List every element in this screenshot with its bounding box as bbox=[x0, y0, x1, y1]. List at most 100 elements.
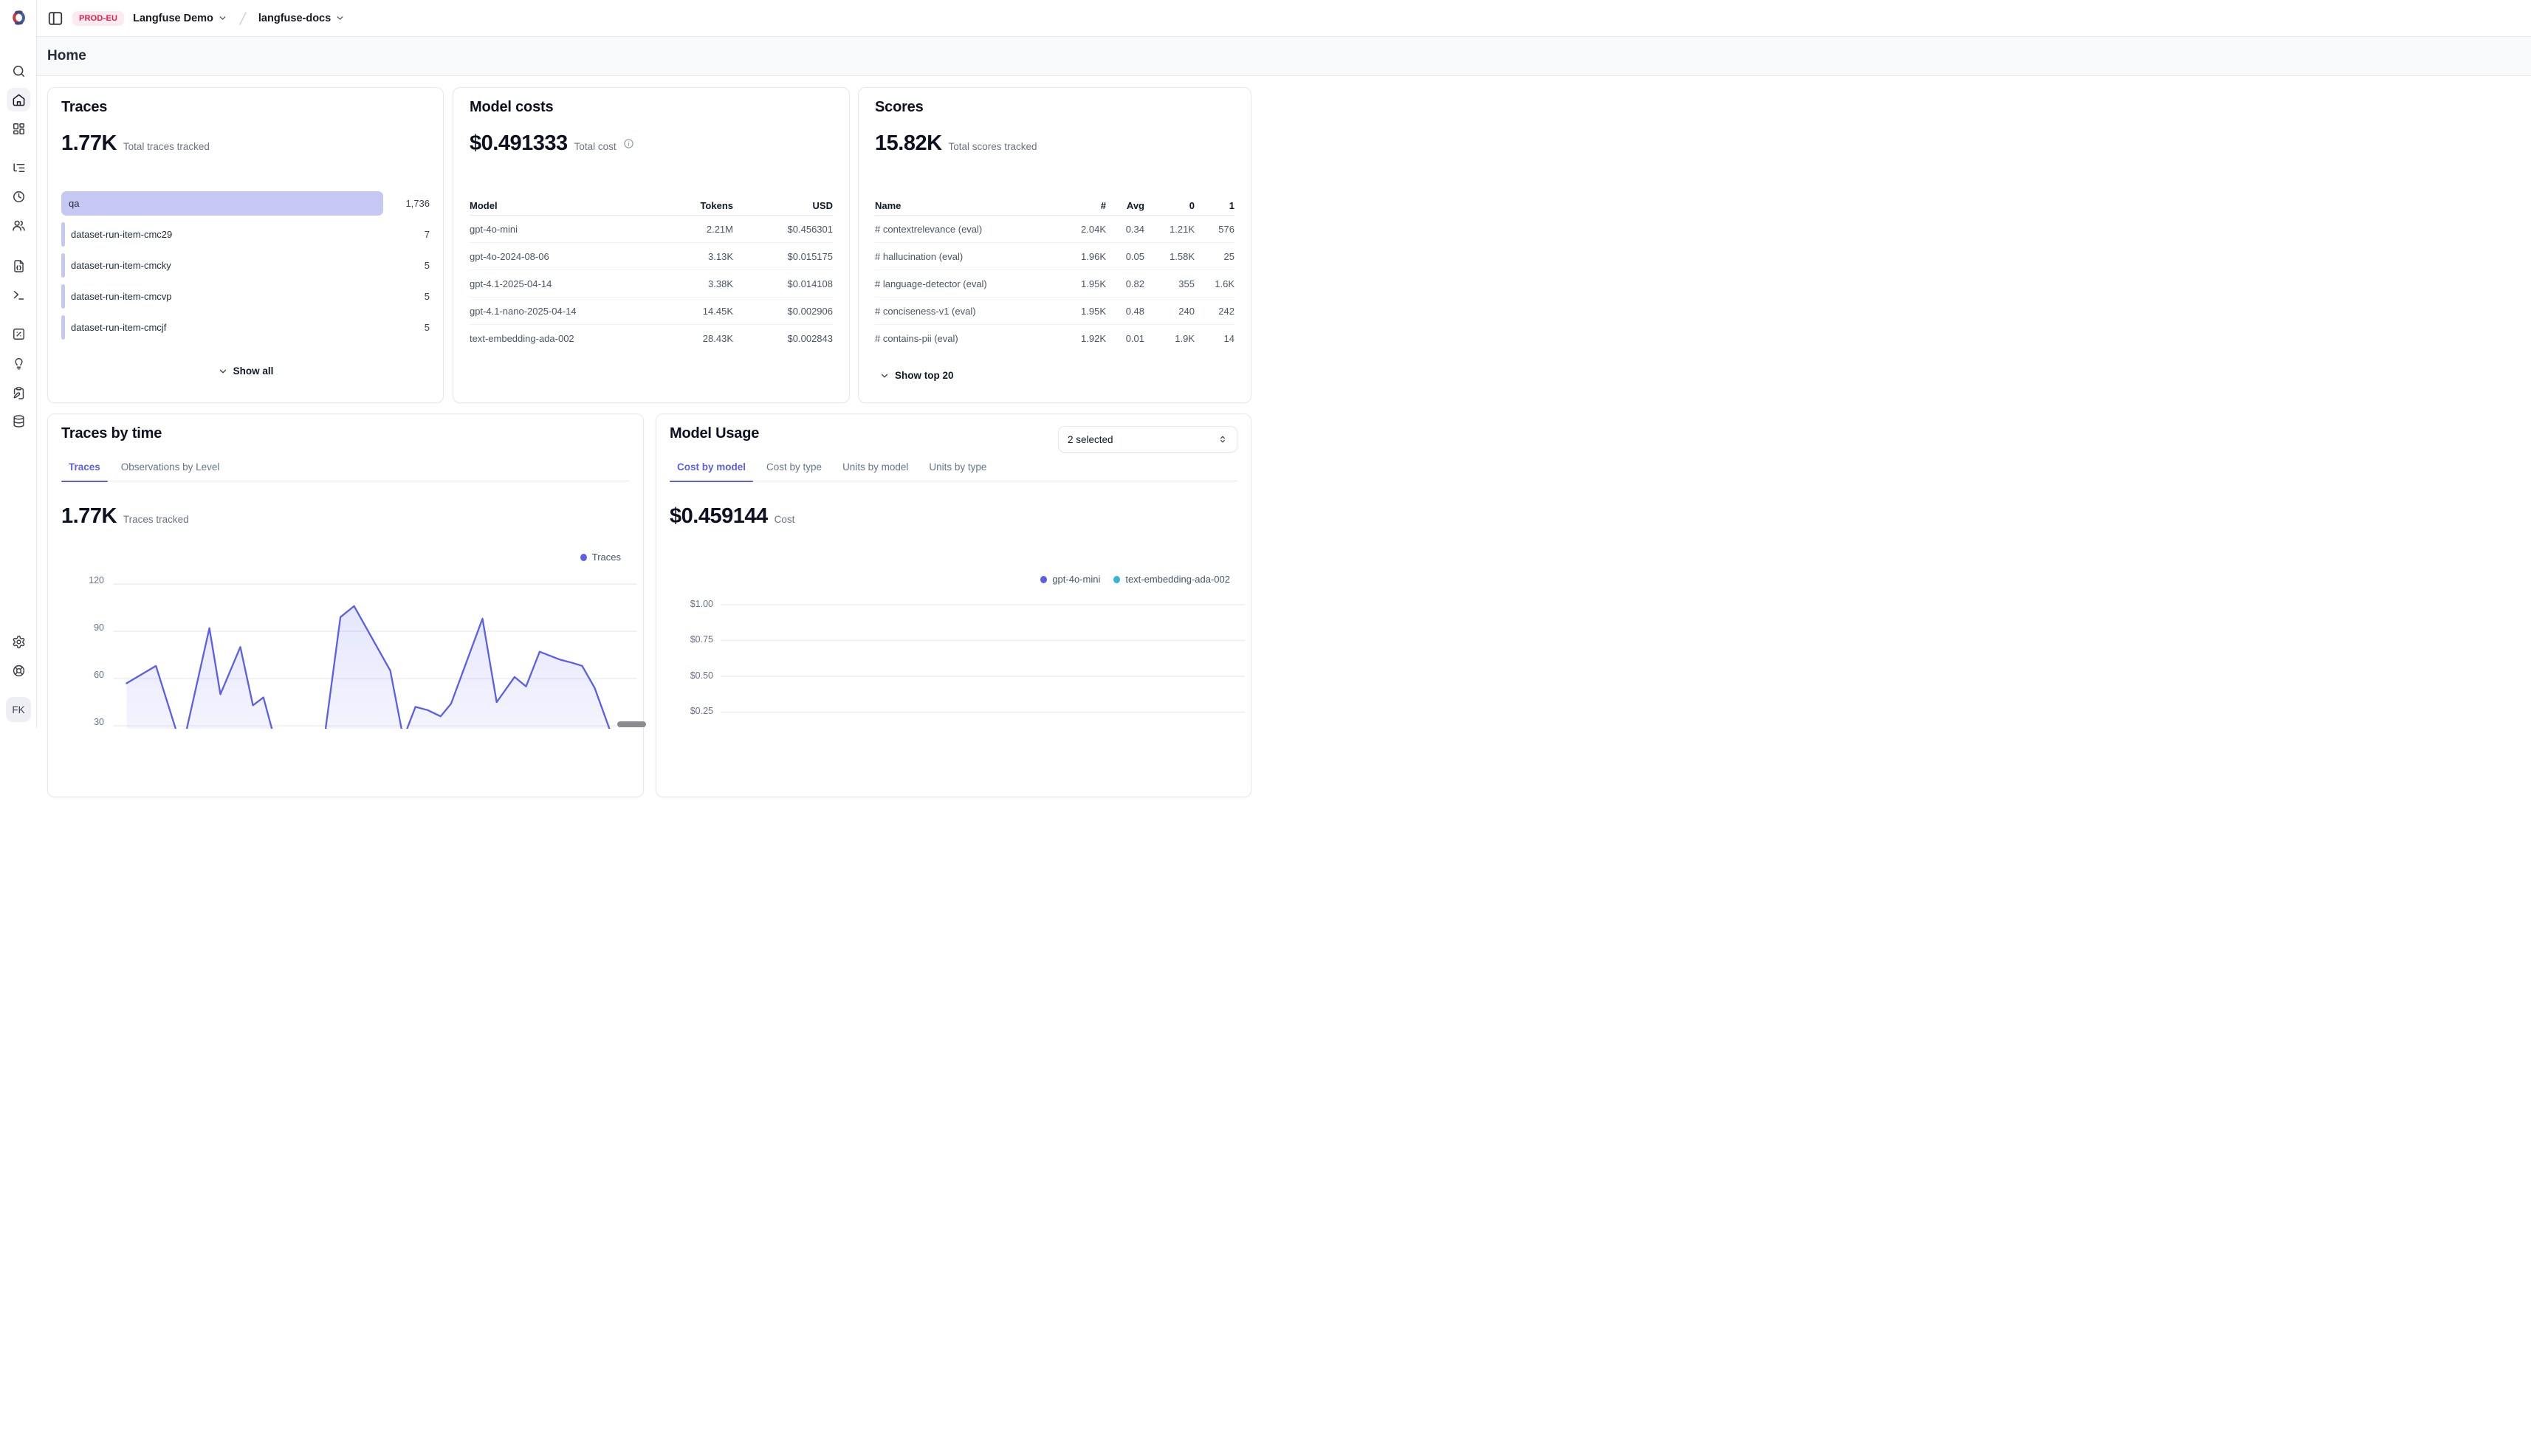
trace-bar-label: dataset-run-item-cmc29 bbox=[71, 222, 172, 247]
model-costs-card: Model costs $0.491333 Total cost Model T… bbox=[453, 87, 850, 403]
table-header: Model Tokens USD bbox=[470, 196, 833, 215]
datasets-database-icon bbox=[12, 414, 26, 428]
trace-bar bbox=[61, 253, 65, 278]
tab-traces[interactable]: Traces bbox=[61, 461, 108, 481]
chart-legend: Traces bbox=[580, 552, 621, 563]
usage-cost-subtitle: Cost bbox=[775, 514, 795, 525]
project-switcher[interactable]: langfuse-docs bbox=[258, 13, 345, 24]
sidebar-item-evaluators[interactable] bbox=[7, 322, 30, 346]
trace-bar bbox=[61, 191, 383, 216]
trace-bar-label: dataset-run-item-cmcky bbox=[71, 253, 171, 278]
settings-gear-icon bbox=[12, 635, 26, 649]
traces-by-time-title: Traces by time bbox=[61, 425, 162, 442]
trace-bar-label: dataset-run-item-cmcjf bbox=[71, 315, 166, 340]
model-select-value: 2 selected bbox=[1068, 434, 1113, 445]
home-icon bbox=[12, 93, 26, 107]
show-top-20-button[interactable]: Show top 20 bbox=[879, 370, 954, 381]
model-costs-subtitle: Total cost bbox=[574, 141, 617, 152]
page-header-strip: Home bbox=[37, 36, 2531, 76]
scores-title: Scores bbox=[875, 99, 924, 116]
table-row: # contextrelevance (eval)2.04K0.341.21K5… bbox=[875, 216, 1234, 243]
y-tick: $1.00 bbox=[681, 599, 713, 609]
tab-units-by-model[interactable]: Units by model bbox=[835, 461, 916, 481]
traces-by-time-card: Traces by time Traces Observations by Le… bbox=[47, 413, 644, 797]
support-lifebuoy-icon bbox=[12, 664, 26, 678]
model-costs-title: Model costs bbox=[470, 99, 553, 116]
legend-dot bbox=[1113, 576, 1120, 583]
model-costs-table: Model Tokens USD gpt-4o-mini2.21M$0.4563… bbox=[470, 196, 833, 352]
trace-bar-row: dataset-run-item-cmcvp 5 bbox=[61, 284, 430, 309]
show-all-button[interactable]: Show all bbox=[48, 365, 443, 377]
trace-bar bbox=[61, 284, 65, 309]
trace-tree-icon bbox=[12, 161, 26, 175]
tab-cost-by-model[interactable]: Cost by model bbox=[670, 461, 753, 481]
sidebar-item-tracing[interactable] bbox=[7, 156, 30, 179]
trace-bar-label: qa bbox=[69, 191, 79, 216]
sidebar-item-sessions[interactable] bbox=[7, 185, 30, 208]
sidebar-item-settings[interactable] bbox=[7, 630, 30, 653]
sidebar-item-datasets[interactable] bbox=[7, 409, 30, 433]
sidebar-item-insights[interactable] bbox=[7, 351, 30, 375]
trace-bar-label: dataset-run-item-cmcvp bbox=[71, 284, 172, 309]
sidebar-item-users[interactable] bbox=[7, 213, 30, 237]
usage-line-chart bbox=[721, 599, 1245, 769]
scores-table: Name # Avg 0 1 # contextrelevance (eval)… bbox=[875, 196, 1234, 352]
chevron-down-icon bbox=[335, 13, 345, 23]
traces-area-chart bbox=[113, 581, 637, 729]
trace-bar-row: dataset-run-item-cmc29 7 bbox=[61, 222, 430, 247]
sidebar-item-playground[interactable] bbox=[7, 283, 30, 306]
topbar: PROD-EU Langfuse Demo langfuse-docs bbox=[37, 0, 2531, 36]
avatar[interactable]: FK bbox=[6, 697, 31, 722]
sidebar-item-search[interactable] bbox=[7, 59, 30, 83]
chevron-down-icon bbox=[218, 13, 227, 23]
sidebar-item-support[interactable] bbox=[7, 659, 30, 682]
trace-bar-row: dataset-run-item-cmcky 5 bbox=[61, 253, 430, 278]
insights-lightbulb-icon bbox=[12, 357, 26, 371]
traces-subtitle: Total traces tracked bbox=[123, 141, 210, 152]
breadcrumb-slash-icon bbox=[236, 10, 250, 27]
table-row: # hallucination (eval)1.96K0.051.58K25 bbox=[875, 243, 1234, 270]
model-usage-title: Model Usage bbox=[670, 425, 759, 442]
info-icon[interactable] bbox=[623, 138, 634, 149]
scores-subtitle: Total scores tracked bbox=[949, 141, 1037, 152]
org-switcher[interactable]: Langfuse Demo bbox=[133, 13, 227, 24]
chevrons-up-down-icon bbox=[1218, 434, 1228, 444]
traces-total: 1.77K bbox=[61, 131, 117, 156]
table-row: text-embedding-ada-00228.43K$0.002843 bbox=[470, 325, 833, 352]
sidebar-item-home[interactable] bbox=[7, 88, 30, 111]
sidebar-item-prompts[interactable] bbox=[7, 254, 30, 278]
traces-tracked-total: 1.77K bbox=[61, 504, 117, 529]
y-tick: $0.50 bbox=[681, 670, 713, 681]
table-row: # language-detector (eval)1.95K0.823551.… bbox=[875, 270, 1234, 298]
trace-bar bbox=[61, 222, 65, 247]
traces-card-title: Traces bbox=[61, 99, 107, 116]
panel-toggle-icon[interactable] bbox=[47, 10, 63, 27]
tab-units-by-type[interactable]: Units by type bbox=[921, 461, 994, 481]
scores-total: 15.82K bbox=[875, 131, 942, 156]
model-usage-tabs: Cost by model Cost by type Units by mode… bbox=[670, 461, 1237, 481]
y-tick: 120 bbox=[72, 575, 104, 586]
project-name: langfuse-docs bbox=[258, 13, 331, 24]
table-row: # conciseness-v1 (eval)1.95K0.48240242 bbox=[875, 298, 1234, 325]
sidebar-item-dashboards[interactable] bbox=[7, 117, 30, 140]
show-top-20-label: Show top 20 bbox=[895, 370, 954, 381]
legend-item-gpt-4o-mini: gpt-4o-mini bbox=[1040, 574, 1100, 585]
annotation-clipboard-icon bbox=[12, 386, 26, 400]
y-tick: 60 bbox=[72, 670, 104, 680]
usage-cost-total: $0.459144 bbox=[670, 504, 768, 529]
trace-bar-value: 5 bbox=[425, 315, 430, 340]
table-header: Name # Avg 0 1 bbox=[875, 196, 1234, 215]
table-row: gpt-4o-2024-08-063.13K$0.015175 bbox=[470, 243, 833, 270]
table-row: gpt-4o-mini2.21M$0.456301 bbox=[470, 216, 833, 243]
scores-card: Scores 15.82K Total scores tracked Name … bbox=[858, 87, 1251, 403]
tab-observations-by-level[interactable]: Observations by Level bbox=[114, 461, 227, 481]
legend-item-text-embedding-ada-002: text-embedding-ada-002 bbox=[1113, 574, 1230, 585]
sidebar-item-annotation[interactable] bbox=[7, 381, 30, 405]
traces-card: Traces 1.77K Total traces tracked qa 1,7… bbox=[47, 87, 444, 403]
chart-legend: gpt-4o-mini text-embedding-ada-002 bbox=[1040, 574, 1230, 585]
sidebar: FK bbox=[0, 0, 37, 728]
model-select[interactable]: 2 selected bbox=[1058, 426, 1237, 453]
traces-by-time-tabs: Traces Observations by Level bbox=[61, 461, 630, 481]
horizontal-scrollbar-thumb[interactable] bbox=[617, 721, 646, 727]
tab-cost-by-type[interactable]: Cost by type bbox=[759, 461, 829, 481]
